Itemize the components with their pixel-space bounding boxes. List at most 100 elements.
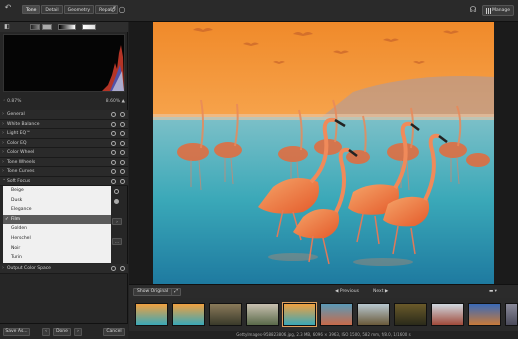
tool-label: Tone Wheels	[7, 159, 36, 165]
preset-item-golden[interactable]: Golden	[3, 224, 111, 234]
top-toolbar: ↶ Tone Detail Geometry Repair ↺ ○ ☊ Mana…	[0, 0, 518, 22]
image-viewer[interactable]	[129, 22, 518, 284]
tone-gradient-swatch[interactable]	[58, 24, 76, 30]
preset-item-turin[interactable]: Turin	[3, 253, 111, 263]
tool-white-balance[interactable]: White Balance	[0, 119, 128, 129]
preset-dropdown-list: Beige Dusk Elegance Film Golden Herschel…	[3, 186, 111, 263]
tone-swatch-mid[interactable]	[42, 24, 52, 30]
settings-circle-icon[interactable]: ○	[117, 5, 127, 15]
enable-toggle-icon[interactable]	[120, 159, 125, 165]
enable-toggle-icon[interactable]	[120, 266, 125, 271]
previous-arrow-button[interactable]: ‹	[42, 328, 50, 336]
show-original-button[interactable]: Show Original	[133, 288, 173, 296]
tool-tone-curves[interactable]: Tone Curves	[0, 167, 128, 177]
reset-icon[interactable]	[111, 169, 116, 174]
tool-label: Light EQ™	[7, 131, 31, 136]
photo-image	[153, 22, 494, 284]
tool-label: Color EQ	[7, 140, 27, 146]
preset-item-elegance[interactable]: Elegance	[3, 205, 111, 215]
tool-general[interactable]: General	[0, 110, 128, 120]
clipping-readout: ◦ 0.87% 8.60% ▲	[3, 98, 125, 106]
preset-item-film[interactable]: Film	[3, 214, 111, 225]
cancel-button[interactable]: Cancel	[103, 328, 125, 336]
tool-label: General	[7, 112, 25, 117]
back-arrow-icon[interactable]: ↶	[3, 3, 13, 13]
grid-icon	[486, 8, 492, 14]
tool-tone-wheels[interactable]: Tone Wheels	[0, 157, 128, 167]
tool-color-eq[interactable]: Color EQ	[0, 138, 128, 148]
preset-item-herschel[interactable]: Herschel	[3, 234, 111, 244]
preset-stepper-button[interactable]: ›	[112, 218, 122, 225]
preset-item-noir[interactable]: Noir	[3, 244, 111, 254]
enable-toggle-icon[interactable]	[120, 131, 125, 136]
tool-list: General White Balance Light EQ™ Color EQ…	[0, 110, 128, 274]
enable-toggle-icon[interactable]	[120, 140, 125, 146]
highlight-clipping-value: 8.60% ▲	[105, 99, 125, 104]
reset-icon[interactable]	[111, 131, 116, 136]
done-button[interactable]: Done	[53, 328, 71, 336]
preset-item-beige[interactable]: Beige	[3, 186, 111, 196]
tool-label: Color Wheel	[7, 150, 35, 155]
tool-soft-focus[interactable]: Soft Focus	[0, 175, 128, 186]
viewer-controls: Show Original ⤢ ◀ Previous Next ▶ ▬ ▾	[129, 284, 518, 298]
preset-circle-icon[interactable]	[114, 189, 119, 194]
expand-icon[interactable]: ⤢	[171, 288, 181, 296]
histogram	[3, 34, 125, 92]
tool-color-wheel[interactable]: Color Wheel	[0, 148, 128, 158]
next-arrow-button[interactable]: ›	[74, 328, 82, 336]
filmstrip	[129, 298, 518, 331]
histogram-toggle-icon[interactable]: ◧	[3, 22, 11, 32]
enable-toggle-icon[interactable]	[120, 178, 125, 184]
thumbnail-3[interactable]	[209, 303, 242, 326]
thumbnail-10[interactable]	[468, 303, 501, 326]
manage-label: Manage	[492, 8, 510, 13]
thumbnail-6[interactable]	[320, 303, 353, 326]
thumbnail-7[interactable]	[357, 303, 390, 326]
preset-area: Beige Dusk Elegance Film Golden Herschel…	[0, 186, 128, 264]
next-link[interactable]: Next ▶	[373, 288, 388, 296]
preset-active-icon[interactable]	[114, 199, 119, 204]
enable-toggle-icon[interactable]	[120, 150, 125, 155]
thumbnail-11[interactable]	[505, 303, 518, 326]
reset-icon[interactable]	[111, 178, 116, 184]
tool-label: Soft Focus	[7, 178, 31, 184]
tool-label: White Balance	[7, 121, 40, 127]
reset-icon[interactable]	[111, 266, 116, 271]
app-window: ↶ Tone Detail Geometry Repair ↺ ○ ☊ Mana…	[0, 0, 518, 339]
enable-toggle-icon[interactable]	[120, 121, 125, 127]
adjustment-panel: ◧ ◦ 0.87% 8.60% ▲ General White Balance …	[0, 22, 128, 339]
tone-swatch-light[interactable]	[82, 24, 96, 30]
tool-light-eq[interactable]: Light EQ™	[0, 129, 128, 139]
reset-icon[interactable]	[111, 150, 116, 155]
tab-tone[interactable]: Tone	[22, 5, 41, 14]
thumbnail-9[interactable]	[431, 303, 464, 326]
thumbnail-4[interactable]	[246, 303, 279, 326]
reset-icon[interactable]	[111, 159, 116, 165]
save-as-button[interactable]: Save As...	[3, 328, 30, 336]
tab-geometry[interactable]: Geometry	[63, 5, 95, 14]
shadow-clipping-value: ◦ 0.87%	[3, 99, 22, 104]
enable-toggle-icon[interactable]	[120, 169, 125, 174]
reset-icon[interactable]	[111, 112, 116, 117]
tool-tabs: Tone Detail Geometry Repair	[22, 5, 118, 14]
previous-link[interactable]: ◀ Previous	[335, 288, 359, 296]
thumbnail-2[interactable]	[172, 303, 205, 326]
panel-footer: Save As... ‹ Done › Cancel	[0, 323, 128, 339]
thumbnail-8[interactable]	[394, 303, 427, 326]
tool-output-color-space[interactable]: Output Color Space	[0, 264, 128, 274]
thumbnail-5-selected[interactable]	[282, 302, 317, 327]
preset-options-button[interactable]: …	[112, 238, 122, 245]
tone-swatch-dark[interactable]	[30, 24, 40, 30]
tab-detail[interactable]: Detail	[41, 5, 63, 14]
flamingo-photo[interactable]	[153, 22, 494, 284]
preset-item-dusk[interactable]: Dusk	[3, 196, 111, 206]
reset-icon[interactable]	[111, 140, 116, 146]
histogram-graph	[102, 45, 124, 91]
thumbnail-1[interactable]	[135, 303, 168, 326]
filmstrip-options-icon[interactable]: ▬ ▾	[489, 288, 497, 296]
headphones-icon[interactable]: ☊	[468, 5, 478, 15]
previous-label: Previous	[339, 289, 359, 294]
manage-button[interactable]: Manage	[482, 5, 514, 16]
reset-icon[interactable]	[111, 121, 116, 127]
enable-toggle-icon[interactable]	[120, 112, 125, 117]
